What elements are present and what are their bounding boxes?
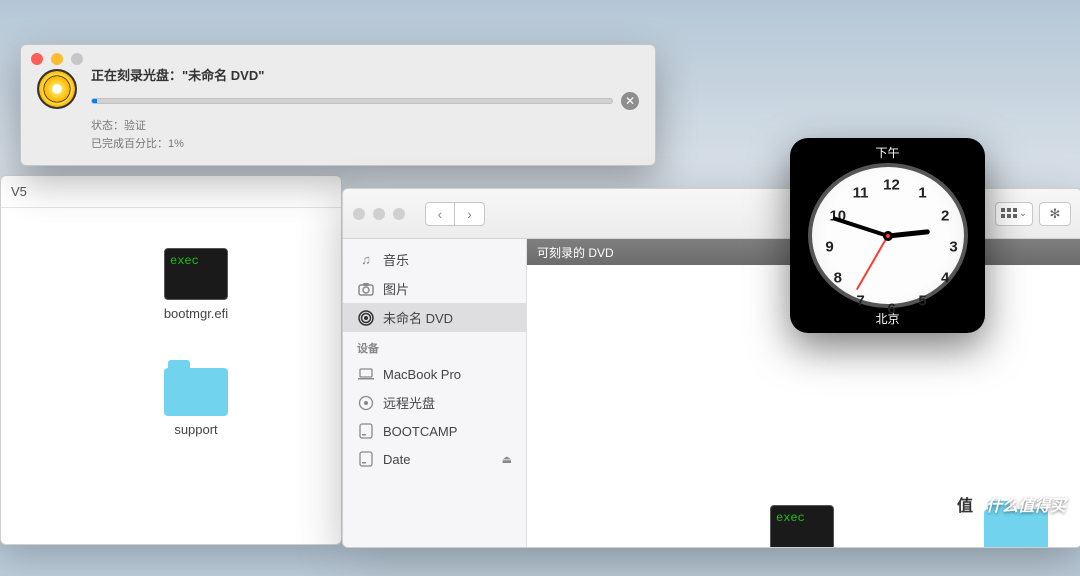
burn-progress-window: 正在刻录光盘："未命名 DVD" ✕ 状态：验证 已完成百分比：1%: [20, 44, 656, 166]
sidebar-item-date[interactable]: Date ⏏: [343, 445, 526, 473]
clock-ampm-label: 下午: [875, 144, 899, 161]
hdd-icon: [357, 422, 375, 440]
nav-buttons: ‹ ›: [425, 202, 485, 226]
folder-icon: [164, 368, 228, 416]
watermark-text: 什么值得买: [986, 492, 1066, 516]
zoom-button[interactable]: [393, 208, 405, 220]
sidebar-section-devices: 设备: [343, 332, 526, 360]
exec-icon: exec: [770, 505, 834, 548]
file-tile[interactable]: support: [151, 368, 241, 437]
sidebar-item-label: Date: [383, 452, 410, 467]
sidebar-item-label: 未命名 DVD: [383, 308, 453, 327]
second-hand: [856, 235, 888, 289]
zoom-button: [71, 53, 83, 65]
clock-widget[interactable]: 下午 123456789101112 北京: [790, 138, 985, 333]
clock-center: [883, 231, 893, 241]
file-tile[interactable]: exec bootmgr.efi: [151, 248, 241, 321]
sidebar-item-photos[interactable]: 图片: [343, 274, 526, 303]
arrange-button[interactable]: ⌄: [995, 202, 1033, 226]
file-tile[interactable]: exec: [757, 505, 847, 548]
window-controls: [31, 53, 83, 65]
back-button[interactable]: ‹: [425, 202, 455, 226]
minimize-button[interactable]: [51, 53, 63, 65]
sidebar-item-burn-dvd[interactable]: 未命名 DVD: [343, 303, 526, 332]
clock-face: 123456789101112: [808, 163, 968, 308]
sidebar-item-label: 音乐: [383, 250, 409, 269]
eject-icon[interactable]: ⏏: [502, 453, 512, 466]
bg-window: V5 exec bootmgr.efi support: [0, 175, 342, 545]
minute-hand: [832, 216, 888, 238]
minimize-button[interactable]: [373, 208, 385, 220]
watermark: 值 什么值得买: [950, 489, 1066, 519]
action-button[interactable]: ✻: [1039, 202, 1071, 226]
sidebar-item-label: MacBook Pro: [383, 367, 461, 382]
burn-title: 正在刻录光盘："未命名 DVD": [91, 65, 639, 84]
sidebar-item-bootcamp[interactable]: BOOTCAMP: [343, 417, 526, 445]
watermark-badge: 值: [950, 489, 980, 519]
hdd-icon: [357, 450, 375, 468]
music-icon: ♫: [357, 251, 375, 269]
exec-icon: exec: [164, 248, 228, 300]
cancel-button[interactable]: ✕: [621, 92, 639, 110]
laptop-icon: [357, 365, 375, 383]
close-button[interactable]: [31, 53, 43, 65]
bg-window-title: V5: [1, 176, 341, 208]
sidebar-item-label: BOOTCAMP: [383, 424, 457, 439]
burn-status: 状态：验证 已完成百分比：1%: [91, 118, 639, 153]
progress-fill: [92, 99, 97, 103]
burn-icon: [357, 309, 375, 327]
progress-bar: [91, 98, 613, 104]
sidebar-item-music[interactable]: ♫ 音乐: [343, 245, 526, 274]
sidebar-item-label: 远程光盘: [383, 393, 435, 412]
file-name: support: [151, 422, 241, 437]
sidebar-item-remote-disc[interactable]: 远程光盘: [343, 388, 526, 417]
photos-icon: [357, 280, 375, 298]
file-name: bootmgr.efi: [151, 306, 241, 321]
remote-disc-icon: [357, 394, 375, 412]
forward-button[interactable]: ›: [455, 202, 485, 226]
burn-icon: [37, 69, 77, 109]
sidebar-item-macbook[interactable]: MacBook Pro: [343, 360, 526, 388]
hour-hand: [887, 229, 929, 238]
sidebar-item-label: 图片: [383, 279, 409, 298]
sidebar: ♫ 音乐 图片 未命名 DVD 设备 MacBook Pro 远程光盘: [343, 239, 527, 547]
close-button[interactable]: [353, 208, 365, 220]
